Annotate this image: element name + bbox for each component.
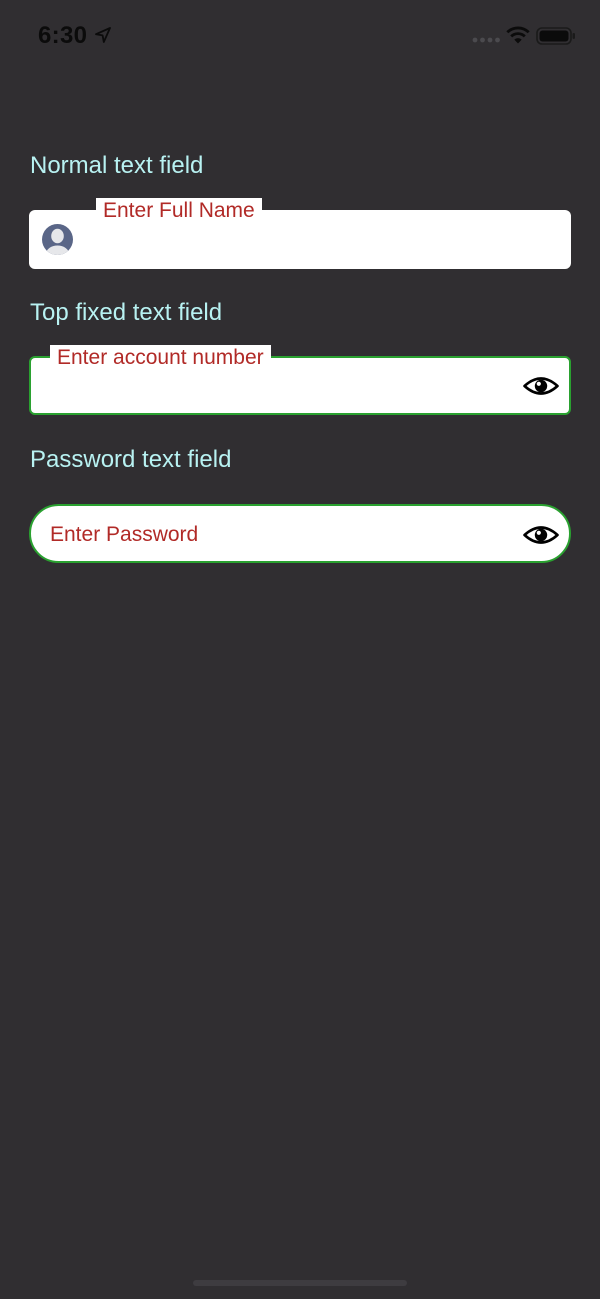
home-indicator[interactable] xyxy=(193,1280,407,1286)
section-title-normal: Normal text field xyxy=(30,152,204,179)
section-title-top-fixed: Top fixed text field xyxy=(30,299,223,326)
status-bar: 6:30 xyxy=(0,0,600,70)
eye-icon[interactable] xyxy=(523,524,559,546)
account-number-label: Enter account number xyxy=(50,345,271,370)
full-name-label: Enter Full Name xyxy=(96,198,262,223)
battery-icon xyxy=(536,27,575,45)
wifi-icon xyxy=(506,26,530,44)
status-time: 6:30 xyxy=(38,22,88,49)
location-arrow-icon xyxy=(95,27,111,43)
section-title-password: Password text field xyxy=(30,446,232,473)
password-input[interactable]: Enter Password xyxy=(29,504,571,563)
cellular-signal-icon xyxy=(472,37,500,43)
password-placeholder: Enter Password xyxy=(50,523,199,546)
user-avatar-icon xyxy=(42,224,73,255)
eye-icon[interactable] xyxy=(523,375,559,397)
